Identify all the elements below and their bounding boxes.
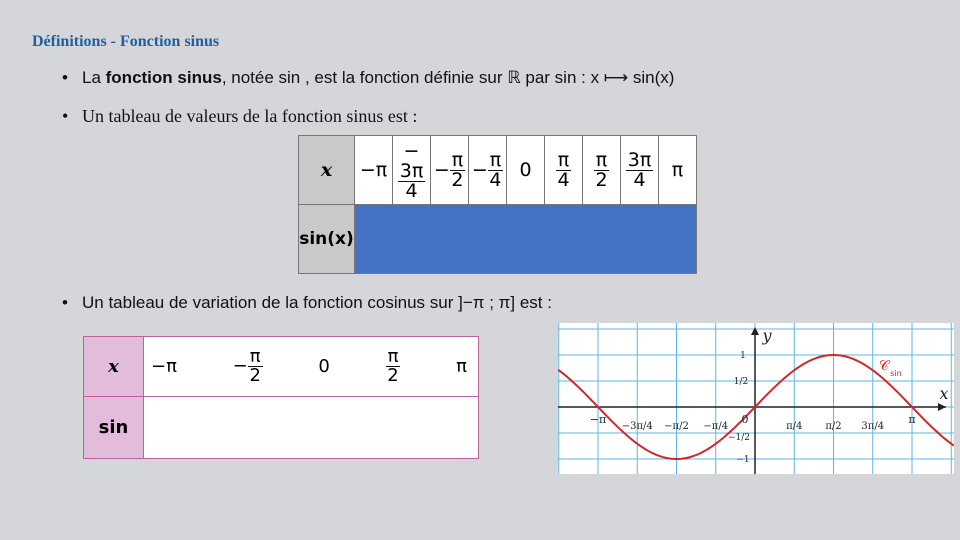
den: 2 xyxy=(451,168,464,191)
den: 4 xyxy=(405,179,418,202)
x-tick-label: −π xyxy=(590,413,606,426)
x-tick-label: π/2 xyxy=(825,421,841,432)
values-table: x −π −3π 4− π 2− π 4 0 π 4 π 2 3π 4 π sin(x) xyxy=(298,135,697,274)
x-pi: π xyxy=(456,356,467,377)
y-arrow xyxy=(751,327,759,335)
den: 4 xyxy=(633,168,646,191)
num: π xyxy=(555,148,572,171)
x-value: 3π 4 xyxy=(620,135,659,205)
x-value: 0 xyxy=(506,135,545,205)
sign: − xyxy=(232,355,248,377)
x-value: π4 xyxy=(544,135,583,205)
value: 0 xyxy=(519,159,532,181)
header-sin: sin xyxy=(83,396,144,459)
value: π xyxy=(671,159,684,181)
x-value: π xyxy=(658,135,697,205)
text: La xyxy=(82,68,106,87)
text: Un tableau de variation de la fonction c… xyxy=(82,293,552,312)
x-tick-label: −π/4 xyxy=(703,421,728,432)
header-sin: sin(x) xyxy=(298,204,355,274)
x-value: − π 2 xyxy=(430,135,469,205)
num: π xyxy=(593,148,610,171)
num: 3π xyxy=(397,159,426,182)
den: 4 xyxy=(489,168,502,191)
x-tick-label: 0 xyxy=(742,413,749,426)
value: −π xyxy=(359,159,388,181)
y-tick-label: −1 xyxy=(736,455,749,465)
variation-cell-empty xyxy=(143,396,479,459)
num: π xyxy=(449,148,466,171)
curve-label-sub: sin xyxy=(890,369,901,378)
values-cell-filled xyxy=(354,204,697,274)
header-x: x xyxy=(83,336,144,397)
bullet-variation: • Un tableau de variation de la fonction … xyxy=(62,293,552,312)
y-tick-label: −1/2 xyxy=(728,433,750,443)
den: 2 xyxy=(595,168,608,191)
x-values: −π − π 2 0 π2 π xyxy=(143,336,479,397)
x-pi-2: π2 xyxy=(385,348,401,386)
curve-label: 𝒞 xyxy=(879,358,891,374)
header-x: x xyxy=(298,135,355,205)
x-tick-label: π/4 xyxy=(786,421,802,432)
y-tick-label: 1/2 xyxy=(734,377,748,387)
den: 2 xyxy=(387,365,399,386)
text: Un tableau de valeurs de la fonction sin… xyxy=(82,106,418,126)
x-arrow xyxy=(938,403,946,411)
x-value: −3π 4 xyxy=(392,135,431,205)
table-row: x −π − π 2 0 π2 π xyxy=(83,336,479,397)
den: 4 xyxy=(557,168,570,191)
text-bold: fonction sinus xyxy=(105,68,222,87)
text: , notée sin , est la fonction définie su… xyxy=(221,68,675,87)
table-row: sin xyxy=(83,396,479,459)
num: 3π xyxy=(625,148,654,171)
y-axis-label: y xyxy=(761,326,772,345)
x-minus-pi-2: − π 2 xyxy=(233,348,263,385)
x-tick-label: −3π/4 xyxy=(622,421,653,432)
y-tick-label: 1 xyxy=(740,351,746,361)
x-zero: 0 xyxy=(318,356,330,377)
page-title: Définitions - Fonction sinus xyxy=(32,33,220,50)
x-minus-pi: −π xyxy=(151,356,177,377)
x-tick-label: 3π/4 xyxy=(861,421,884,432)
sign: − xyxy=(403,139,420,162)
x-axis-label: x xyxy=(939,384,948,403)
variation-table: x −π − π 2 0 π2 π sin xyxy=(83,336,479,459)
bullet-values: • Un tableau de valeurs de la fonction si… xyxy=(62,106,418,126)
x-value: −π xyxy=(354,135,393,205)
table-row: x −π −3π 4− π 2− π 4 0 π 4 π 2 3π 4 π xyxy=(298,135,697,205)
table-row: sin(x) xyxy=(298,204,697,274)
bullet-definition: • La fonction sinus, notée sin , est la f… xyxy=(62,68,675,87)
num: π xyxy=(487,148,504,171)
x-tick-label: −π/2 xyxy=(664,421,689,432)
x-value: π2 xyxy=(582,135,621,205)
sign: − xyxy=(471,158,488,181)
x-value: − π 4 xyxy=(468,135,507,205)
sine-graph: −π −3π/4 −π/2 −π/4 0 π/4 π/2 3π/4 π 1 1/2 −1/2 −1 x y 𝒞… xyxy=(558,323,954,474)
den: 2 xyxy=(249,365,261,386)
x-tick-label: π xyxy=(908,413,915,426)
sign: − xyxy=(433,158,450,181)
